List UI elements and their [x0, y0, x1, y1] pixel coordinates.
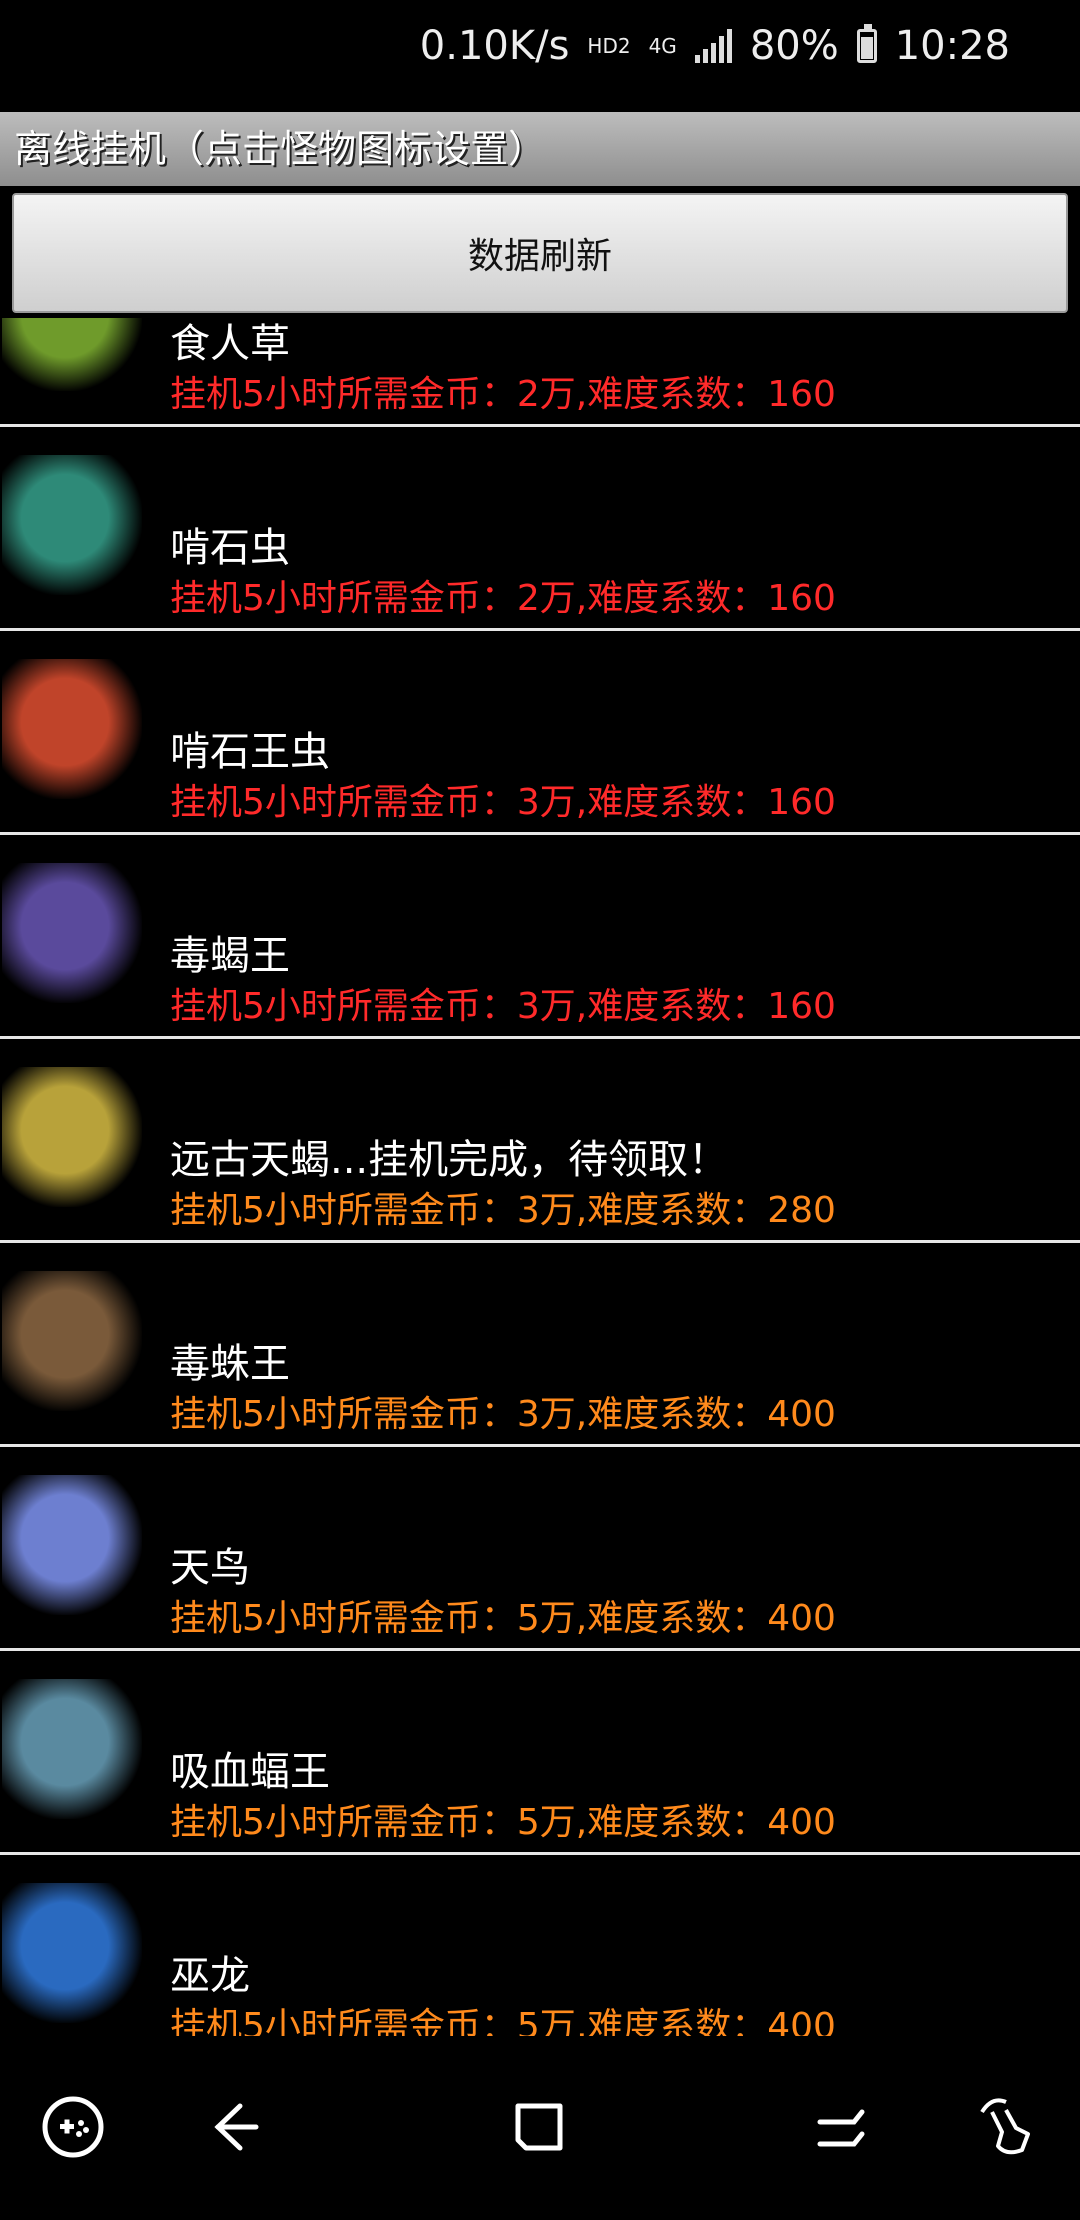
monster-name: 食人草 — [170, 321, 290, 367]
monster-icon[interactable] — [2, 1067, 142, 1207]
monster-info: 挂机5小时所需金币：3万,难度系数：400 — [170, 1394, 836, 1435]
monster-icon[interactable] — [2, 863, 142, 1003]
back-icon[interactable] — [200, 2092, 270, 2162]
monster-info: 挂机5小时所需金币：3万,难度系数：280 — [170, 1190, 836, 1231]
monster-name: 啃石虫 — [170, 525, 290, 571]
monster-icon[interactable] — [2, 659, 142, 799]
gamepad-icon[interactable] — [38, 2092, 108, 2162]
monster-row[interactable]: 吸血蝠王挂机5小时所需金币：5万,难度系数：400 — [0, 1651, 1080, 1855]
signal-icon — [694, 29, 732, 63]
monster-row[interactable]: 远古天蝎...挂机完成，待领取！ 挂机5小时所需金币：3万,难度系数：280 — [0, 1039, 1080, 1243]
refresh-button[interactable]: 数据刷新 — [12, 193, 1068, 313]
monster-name: 啃石王虫 — [170, 729, 330, 775]
monster-info: 挂机5小时所需金币：5万,难度系数：400 — [170, 2006, 836, 2036]
monster-info: 挂机5小时所需金币：3万,难度系数：160 — [170, 986, 836, 1027]
battery-level: 80% — [749, 23, 839, 69]
monster-info: 挂机5小时所需金币：2万,难度系数：160 — [170, 374, 836, 415]
monster-icon[interactable] — [2, 1883, 142, 2023]
monster-info: 挂机5小时所需金币：5万,难度系数：400 — [170, 1802, 836, 1843]
page-title: 离线挂机（点击怪物图标设置） — [0, 112, 1080, 186]
monster-row[interactable]: 巫龙挂机5小时所需金币：5万,难度系数：400 — [0, 1855, 1080, 2036]
gesture-icon[interactable] — [972, 2092, 1042, 2162]
monster-row[interactable]: 啃石王虫挂机5小时所需金币：3万,难度系数：160 — [0, 631, 1080, 835]
clock: 10:28 — [894, 23, 1010, 69]
home-icon[interactable] — [504, 2092, 574, 2162]
monster-row[interactable]: 毒蝎王挂机5小时所需金币：3万,难度系数：160 — [0, 835, 1080, 1039]
monster-name: 毒蛛王 — [170, 1341, 290, 1387]
monster-icon[interactable] — [2, 1475, 142, 1615]
monster-icon[interactable] — [2, 1679, 142, 1819]
monster-info: 挂机5小时所需金币：2万,难度系数：160 — [170, 578, 836, 619]
monster-list[interactable]: 食人草 挂机5小时所需金币：2万,难度系数：160 啃石虫 挂机5小时所需金币：2万,… — [0, 318, 1080, 2036]
network-label: 4G — [648, 34, 677, 58]
monster-row[interactable]: 啃石虫挂机5小时所需金币：2万,难度系数：160 — [0, 427, 1080, 631]
monster-row[interactable]: 天鸟挂机5小时所需金币：5万,难度系数：400 — [0, 1447, 1080, 1651]
navigation-bar — [0, 2036, 1080, 2220]
battery-icon — [856, 24, 877, 63]
monster-name: 天鸟 — [170, 1545, 250, 1591]
monster-name: 毒蝎王 — [170, 933, 290, 979]
hd-label: HD2 — [587, 34, 631, 58]
monster-name: 吸血蝠王 — [170, 1749, 330, 1795]
monster-row[interactable]: 食人草挂机5小时所需金币：2万,难度系数：160 — [0, 318, 1080, 427]
monster-icon[interactable] — [2, 1271, 142, 1411]
monster-name: 远古天蝎...挂机完成，待领取！ — [170, 1137, 729, 1183]
monster-icon[interactable] — [2, 318, 142, 391]
status-bar: 0.10K/s HD2 4G 80% 10:28 — [0, 0, 1080, 112]
monster-icon[interactable] — [2, 455, 142, 595]
recents-icon[interactable] — [806, 2092, 876, 2162]
monster-info: 挂机5小时所需金币：5万,难度系数：400 — [170, 1598, 836, 1639]
monster-name: 巫龙 — [170, 1953, 250, 1999]
monster-info: 挂机5小时所需金币：3万,难度系数：160 — [170, 782, 836, 823]
monster-row[interactable]: 毒蛛王挂机5小时所需金币：3万,难度系数：400 — [0, 1243, 1080, 1447]
net-speed: 0.10K/s — [419, 23, 570, 69]
